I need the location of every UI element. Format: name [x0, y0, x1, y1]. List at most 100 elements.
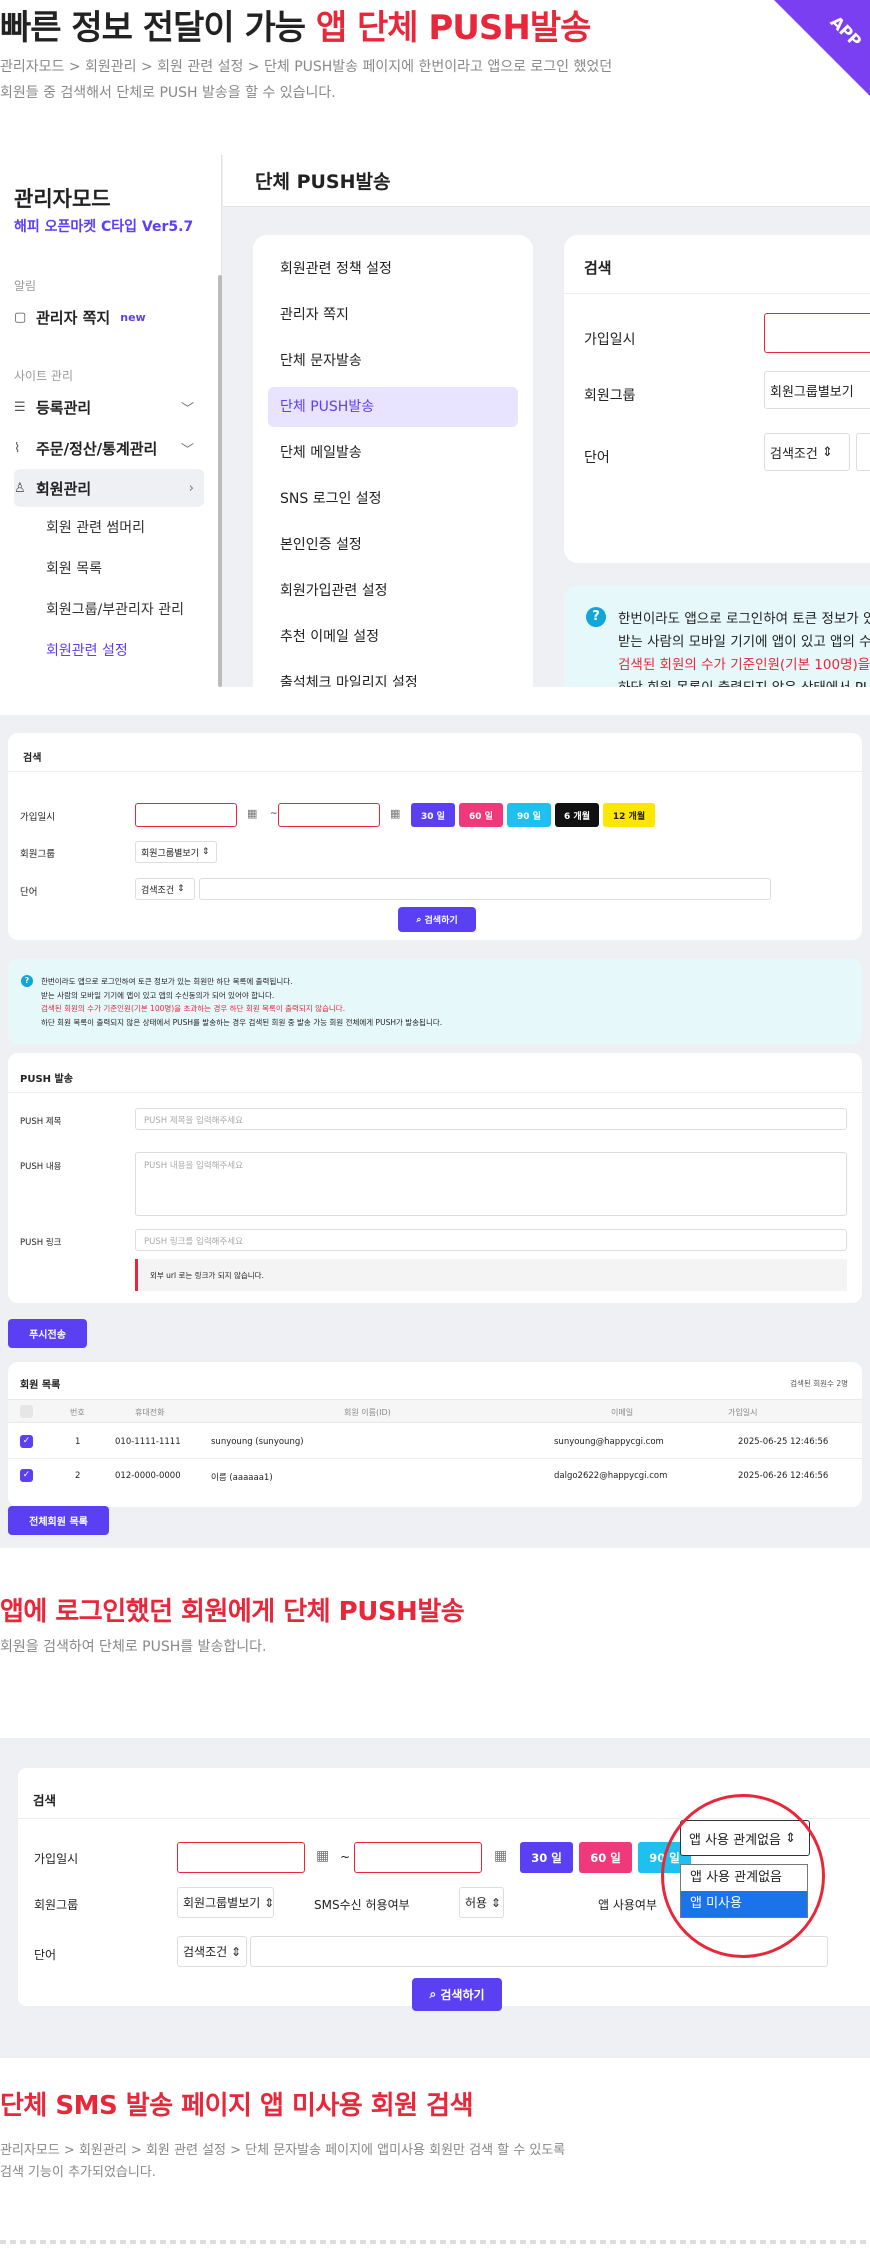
menu-item[interactable]: 단체 문자발송 — [268, 341, 518, 381]
info-card-zoom: ? 한번이라도 앱으로 로그인하여 토큰 정보가 있 받는 사람의 모바일 기기… — [564, 585, 870, 687]
date-end-input[interactable] — [354, 1842, 482, 1873]
search-button[interactable]: ⌕ 검색하기 — [412, 1978, 502, 2011]
member-list-card: 회원 목록 검색된 회원수 2명 번호 휴대전화 회원 이름(ID) 이메일 가… — [8, 1362, 862, 1507]
search-card: 검색 가입일시 ▦ ~ ▦ 30 일 60 일 90 일 6 개월 12 개월 … — [8, 733, 862, 940]
sidebar-item-label: 주문/정산/통계관리 — [36, 439, 158, 458]
search-button[interactable]: ⌕ 검색하기 — [398, 907, 476, 932]
info-card: ? 한번이라도 앱으로 로그인하여 토큰 정보가 있는 회원만 하단 목록에 출… — [8, 959, 862, 1044]
push-send-button[interactable]: 푸시전송 — [8, 1319, 87, 1348]
menu-item[interactable]: SNS 로그인 설정 — [268, 479, 518, 519]
period-90-button[interactable]: 90 일 — [507, 803, 551, 827]
sidebar-sub-summary[interactable]: 회원 관련 썸머리 — [46, 517, 145, 537]
sidebar-scrollbar[interactable] — [218, 275, 222, 687]
group-select[interactable]: 회원그룹별보기 ⇕ — [177, 1887, 274, 1918]
sidebar-sub-settings[interactable]: 회원관련 설정 — [46, 640, 128, 660]
push-content-textarea[interactable]: PUSH 내용을 입력해주세요 — [135, 1152, 847, 1216]
word-input[interactable] — [199, 878, 771, 900]
info-line-warning: 검색된 회원의 수가 기준인원(기본 100명)을 — [618, 657, 870, 673]
condition-select[interactable]: 검색조건 ⇕ — [764, 433, 850, 471]
period-30-button[interactable]: 30 일 — [520, 1842, 573, 1873]
calendar-icon[interactable]: ▦ — [494, 1848, 507, 1864]
cell-name: sunyoung (sunyoung) — [211, 1437, 304, 1447]
word-input[interactable] — [856, 433, 870, 471]
date-start-input[interactable] — [764, 313, 870, 353]
menu-item[interactable]: 출석체크 마일리지 설정 — [268, 663, 518, 687]
brand[interactable]: 관리자모드 — [14, 183, 111, 213]
word-label: 단어 — [34, 1948, 57, 1962]
sidebar-item-register[interactable]: ☰ 등록관리 ﹀ — [14, 388, 204, 426]
info-line: 한번이라도 앱으로 로그인하여 토큰 정보가 있는 회원만 하단 목록에 출력됩… — [41, 977, 293, 986]
member-count: 검색된 회원수 2명 — [790, 1379, 848, 1388]
sms-select[interactable]: 허용 ⇕ — [459, 1887, 504, 1918]
condition-select[interactable]: 검색조건 ⇕ — [177, 1936, 247, 1967]
calendar-icon[interactable]: ▦ — [316, 1848, 329, 1864]
table-row[interactable]: ✓ 2 012-0000-0000 이름 (aaaaaa1) dalgo2622… — [8, 1459, 862, 1493]
section3-desc-2: 검색 기능이 추가되었습니다. — [0, 2165, 156, 2180]
sidebar-item-members[interactable]: ♙ 회원관리 › — [14, 469, 204, 507]
menu-item-active[interactable]: 단체 PUSH발송 — [268, 387, 518, 427]
calendar-icon[interactable]: ▦ — [390, 807, 400, 820]
app-use-label: 앱 사용여부 — [598, 1898, 658, 1912]
period-60-button[interactable]: 60 일 — [459, 803, 503, 827]
hero-desc-2: 회원들 중 검색해서 단체로 PUSH 발송을 할 수 있습니다. — [0, 85, 336, 101]
period-30-button[interactable]: 30 일 — [411, 803, 455, 827]
chevron-down-icon: ﹀ — [180, 401, 194, 417]
group-label: 회원그룹 — [584, 388, 636, 404]
sms-label: SMS수신 허용여부 — [314, 1898, 410, 1912]
push-subject-input[interactable]: PUSH 제목을 입력해주세요 — [135, 1108, 847, 1130]
sidebar-item-memo[interactable]: ▢ 관리자 쪽지 new — [14, 298, 204, 336]
row-checkbox[interactable]: ✓ — [20, 1435, 33, 1448]
info-line-warning: 검색된 회원의 수가 기준인원(기본 100명)을 초과하는 경우 하단 회원 … — [41, 1004, 346, 1013]
link-notice-text: 외부 url 로는 링크가 되지 않습니다. — [150, 1271, 264, 1280]
dashed-divider — [0, 2240, 870, 2244]
th-phone: 휴대전화 — [135, 1408, 165, 1417]
divider — [8, 771, 862, 772]
group-select[interactable]: 회원그룹별보기 — [764, 371, 870, 409]
all-members-button[interactable]: 전체회원 목록 — [8, 1506, 109, 1535]
info-line: 받는 사람의 모바일 기기에 앱이 있고 앱의 수 — [618, 634, 870, 650]
menu-item[interactable]: 본인인증 설정 — [268, 525, 518, 565]
table-row[interactable]: ✓ 1 010-1111-1111 sunyoung (sunyoung) su… — [8, 1425, 862, 1459]
sidebar-item-label: 회원관리 — [36, 479, 92, 498]
cell-date: 2025-06-26 12:46:56 — [738, 1471, 829, 1481]
page-title: 단체 PUSH발송 — [223, 155, 870, 207]
info-line: 하단 회원 목록이 출력되지 않은 상태에서 PUSH를 발송하는 경우 검색된… — [41, 1017, 443, 1027]
cell-name: 이름 (aaaaaa1) — [211, 1473, 273, 1483]
select-all-checkbox[interactable] — [20, 1405, 33, 1418]
app-ribbon: APP — [774, 0, 870, 96]
date-end-input[interactable] — [278, 803, 380, 827]
hero-title-red: 앱 단체 PUSH발송 — [315, 8, 592, 48]
condition-value: 검색조건 — [183, 1945, 228, 1959]
condition-select[interactable]: 검색조건 ⇕ — [135, 878, 195, 900]
menu-item[interactable]: 추천 이메일 설정 — [268, 617, 518, 657]
date-start-input[interactable] — [177, 1842, 305, 1873]
calendar-icon[interactable]: ▦ — [247, 807, 257, 820]
row-checkbox[interactable]: ✓ — [20, 1469, 33, 1482]
sidebar-sub-group[interactable]: 회원그룹/부관리자 관리 — [46, 599, 184, 619]
period-12m-button[interactable]: 12 개월 — [603, 803, 655, 827]
group-select-value: 회원그룹별보기 — [770, 384, 854, 400]
date-start-input[interactable] — [135, 803, 237, 827]
menu-item[interactable]: 관리자 쪽지 — [268, 295, 518, 335]
menu-item[interactable]: 회원가입관련 설정 — [268, 571, 518, 611]
group-select[interactable]: 회원그룹별보기 ⇕ — [135, 841, 217, 863]
section-alert: 알림 — [14, 279, 37, 293]
join-date-label: 가입일시 — [584, 332, 636, 348]
push-link-placeholder: PUSH 링크를 입력해주세요 — [144, 1237, 243, 1247]
search-button-label: 검색하기 — [440, 1988, 485, 2002]
menu-item[interactable]: 회원관련 정책 설정 — [268, 249, 518, 289]
period-6m-button[interactable]: 6 개월 — [555, 803, 599, 827]
sidebar-sub-list[interactable]: 회원 목록 — [46, 558, 102, 578]
push-link-input[interactable]: PUSH 링크를 입력해주세요 — [135, 1229, 847, 1251]
section2-title: 앱에 로그인했던 회원에게 단체 PUSH발송 — [0, 1597, 465, 1627]
chart-icon: ⌇ — [14, 440, 21, 456]
period-60-button[interactable]: 60 일 — [579, 1842, 632, 1873]
group-label: 회원그룹 — [20, 849, 55, 860]
group-label: 회원그룹 — [34, 1898, 79, 1912]
tilde: ~ — [270, 809, 278, 819]
sidebar-item-orders[interactable]: ⌇ 주문/정산/통계관리 ﹀ — [14, 429, 204, 467]
chat-icon: ▢ — [14, 309, 27, 325]
menu-item[interactable]: 단체 메일발송 — [268, 433, 518, 473]
hero-title-plain: 빠른 정보 전달이 가능 — [0, 8, 316, 48]
search-button-label: 검색하기 — [424, 916, 458, 926]
